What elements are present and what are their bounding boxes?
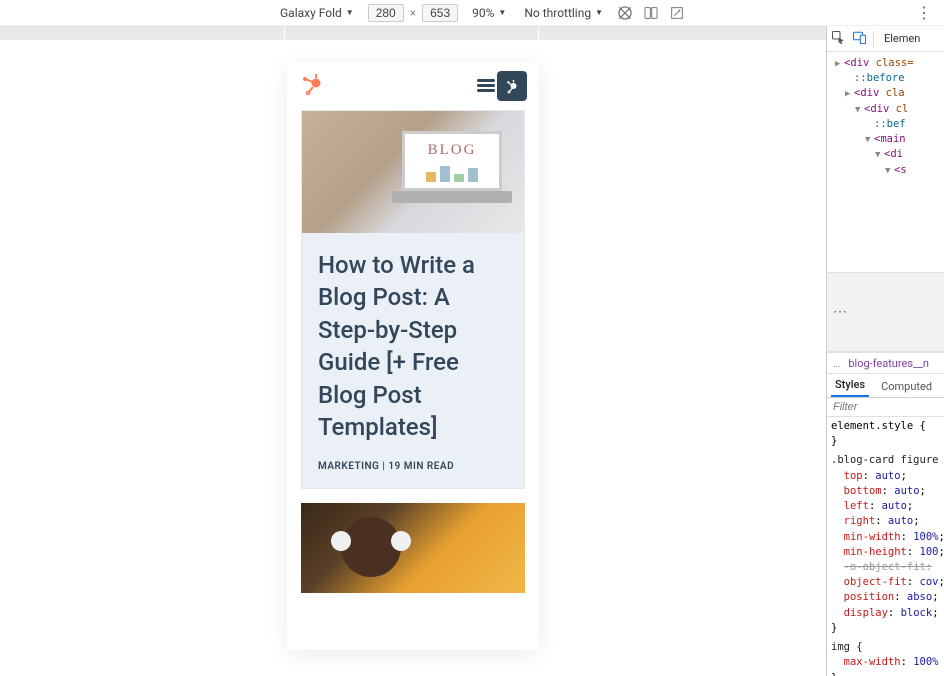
emulated-device-frame[interactable]: BLOG How to Write a Blog Post: A Step-by…	[287, 62, 539, 650]
blog-card-title: How to Write a Blog Post: A Step-by-Step…	[318, 249, 508, 443]
css-declaration[interactable]: top: auto;	[831, 469, 940, 484]
css-declaration[interactable]: position: abso;	[831, 590, 940, 605]
horizontal-dots-icon[interactable]: ⋯	[833, 304, 848, 320]
zoom-label: 90%	[472, 6, 494, 20]
chevron-down-icon: ▼	[498, 8, 506, 17]
devtools-mid-panel: ⋯	[827, 272, 944, 352]
inspect-element-icon[interactable]	[831, 30, 846, 48]
dom-row[interactable]: ▼<main	[835, 132, 944, 147]
css-declaration[interactable]: min-width: 100%;	[831, 530, 940, 545]
css-declaration[interactable]: left: auto;	[831, 499, 940, 514]
edit-icon[interactable]	[669, 5, 685, 21]
devtools-panel: Elemen ▶<div class=::before▶<div cla▼<di…	[826, 26, 944, 676]
css-selector: img {	[831, 640, 940, 655]
styles-subtabs: Styles Computed	[827, 374, 944, 398]
breadcrumb-selector: blog-features__n	[848, 357, 929, 370]
site-header	[287, 62, 539, 110]
zoom-selector[interactable]: 90% ▼	[468, 4, 510, 22]
dimension-x-icon: ×	[410, 6, 416, 20]
dom-row[interactable]: ::bef	[835, 117, 944, 132]
css-rule-block: .blog-card figure top: auto; bottom: aut…	[831, 453, 940, 636]
dom-tree[interactable]: ▶<div class=::before▶<div cla▼<div cl::b…	[827, 52, 944, 272]
dom-row[interactable]: ▼<di	[835, 147, 944, 162]
throttling-label: No throttling	[524, 6, 591, 20]
toggle-device-icon[interactable]	[852, 30, 867, 48]
hubspot-sprocket-icon	[497, 71, 527, 101]
breadcrumb-dots: …	[833, 357, 840, 370]
rotate-icon[interactable]	[617, 5, 633, 21]
devtools-topbar: Elemen	[827, 26, 944, 52]
throttling-selector[interactable]: No throttling ▼	[520, 4, 607, 22]
ruler-bar	[0, 26, 826, 40]
css-declaration[interactable]: bottom: auto;	[831, 484, 940, 499]
css-declaration[interactable]: -o-object-fit:	[831, 560, 940, 575]
chevron-down-icon: ▼	[595, 8, 603, 17]
device-selector[interactable]: Galaxy Fold ▼	[276, 4, 358, 22]
height-input[interactable]	[422, 4, 458, 22]
chevron-down-icon: ▼	[346, 8, 354, 17]
dom-row[interactable]: ▼<div cl	[835, 102, 944, 117]
styles-tab[interactable]: Styles	[831, 374, 869, 397]
blog-card[interactable]: BLOG How to Write a Blog Post: A Step-by…	[301, 110, 525, 489]
blog-card-image: BLOG	[302, 111, 524, 233]
dom-breadcrumb[interactable]: … blog-features__n	[827, 352, 944, 374]
device-toolbar: Galaxy Fold ▼ × 90% ▼ No throttling ▼ ⋮	[0, 0, 944, 26]
dom-row[interactable]: ▶<div class=	[835, 56, 944, 71]
device-viewport-pane: BLOG How to Write a Blog Post: A Step-by…	[0, 26, 826, 676]
hubspot-logo-icon[interactable]	[299, 73, 323, 100]
dom-row[interactable]: ▼<s	[835, 163, 944, 178]
blog-image-text: BLOG	[428, 142, 477, 159]
css-declaration[interactable]: min-height: 100;	[831, 545, 940, 560]
css-declaration[interactable]: right: auto;	[831, 514, 940, 529]
computed-tab[interactable]: Computed	[877, 376, 936, 397]
styles-filter	[827, 398, 944, 417]
styles-panel[interactable]: element.style { } .blog-card figure top:…	[827, 417, 944, 676]
blog-card-meta: MARKETING | 19 MIN READ	[318, 461, 508, 472]
dual-screen-icon[interactable]	[643, 5, 659, 21]
device-selector-label: Galaxy Fold	[280, 6, 342, 20]
css-declaration[interactable]: object-fit: cov;	[831, 575, 940, 590]
styles-filter-input[interactable]	[827, 398, 944, 416]
element-style-selector: element.style {	[831, 419, 940, 434]
dom-row[interactable]: ::before	[835, 71, 944, 86]
css-declaration[interactable]: display: block;	[831, 606, 940, 621]
dom-row[interactable]: ▶<div cla	[835, 86, 944, 101]
hamburger-icon	[477, 79, 495, 93]
more-menu-icon[interactable]: ⋮	[910, 3, 938, 22]
blog-card-image-2[interactable]	[301, 503, 525, 593]
width-input[interactable]	[368, 4, 404, 22]
menu-button[interactable]	[477, 71, 527, 101]
dimension-inputs: ×	[368, 4, 458, 22]
elements-tab[interactable]: Elemen	[880, 26, 924, 52]
